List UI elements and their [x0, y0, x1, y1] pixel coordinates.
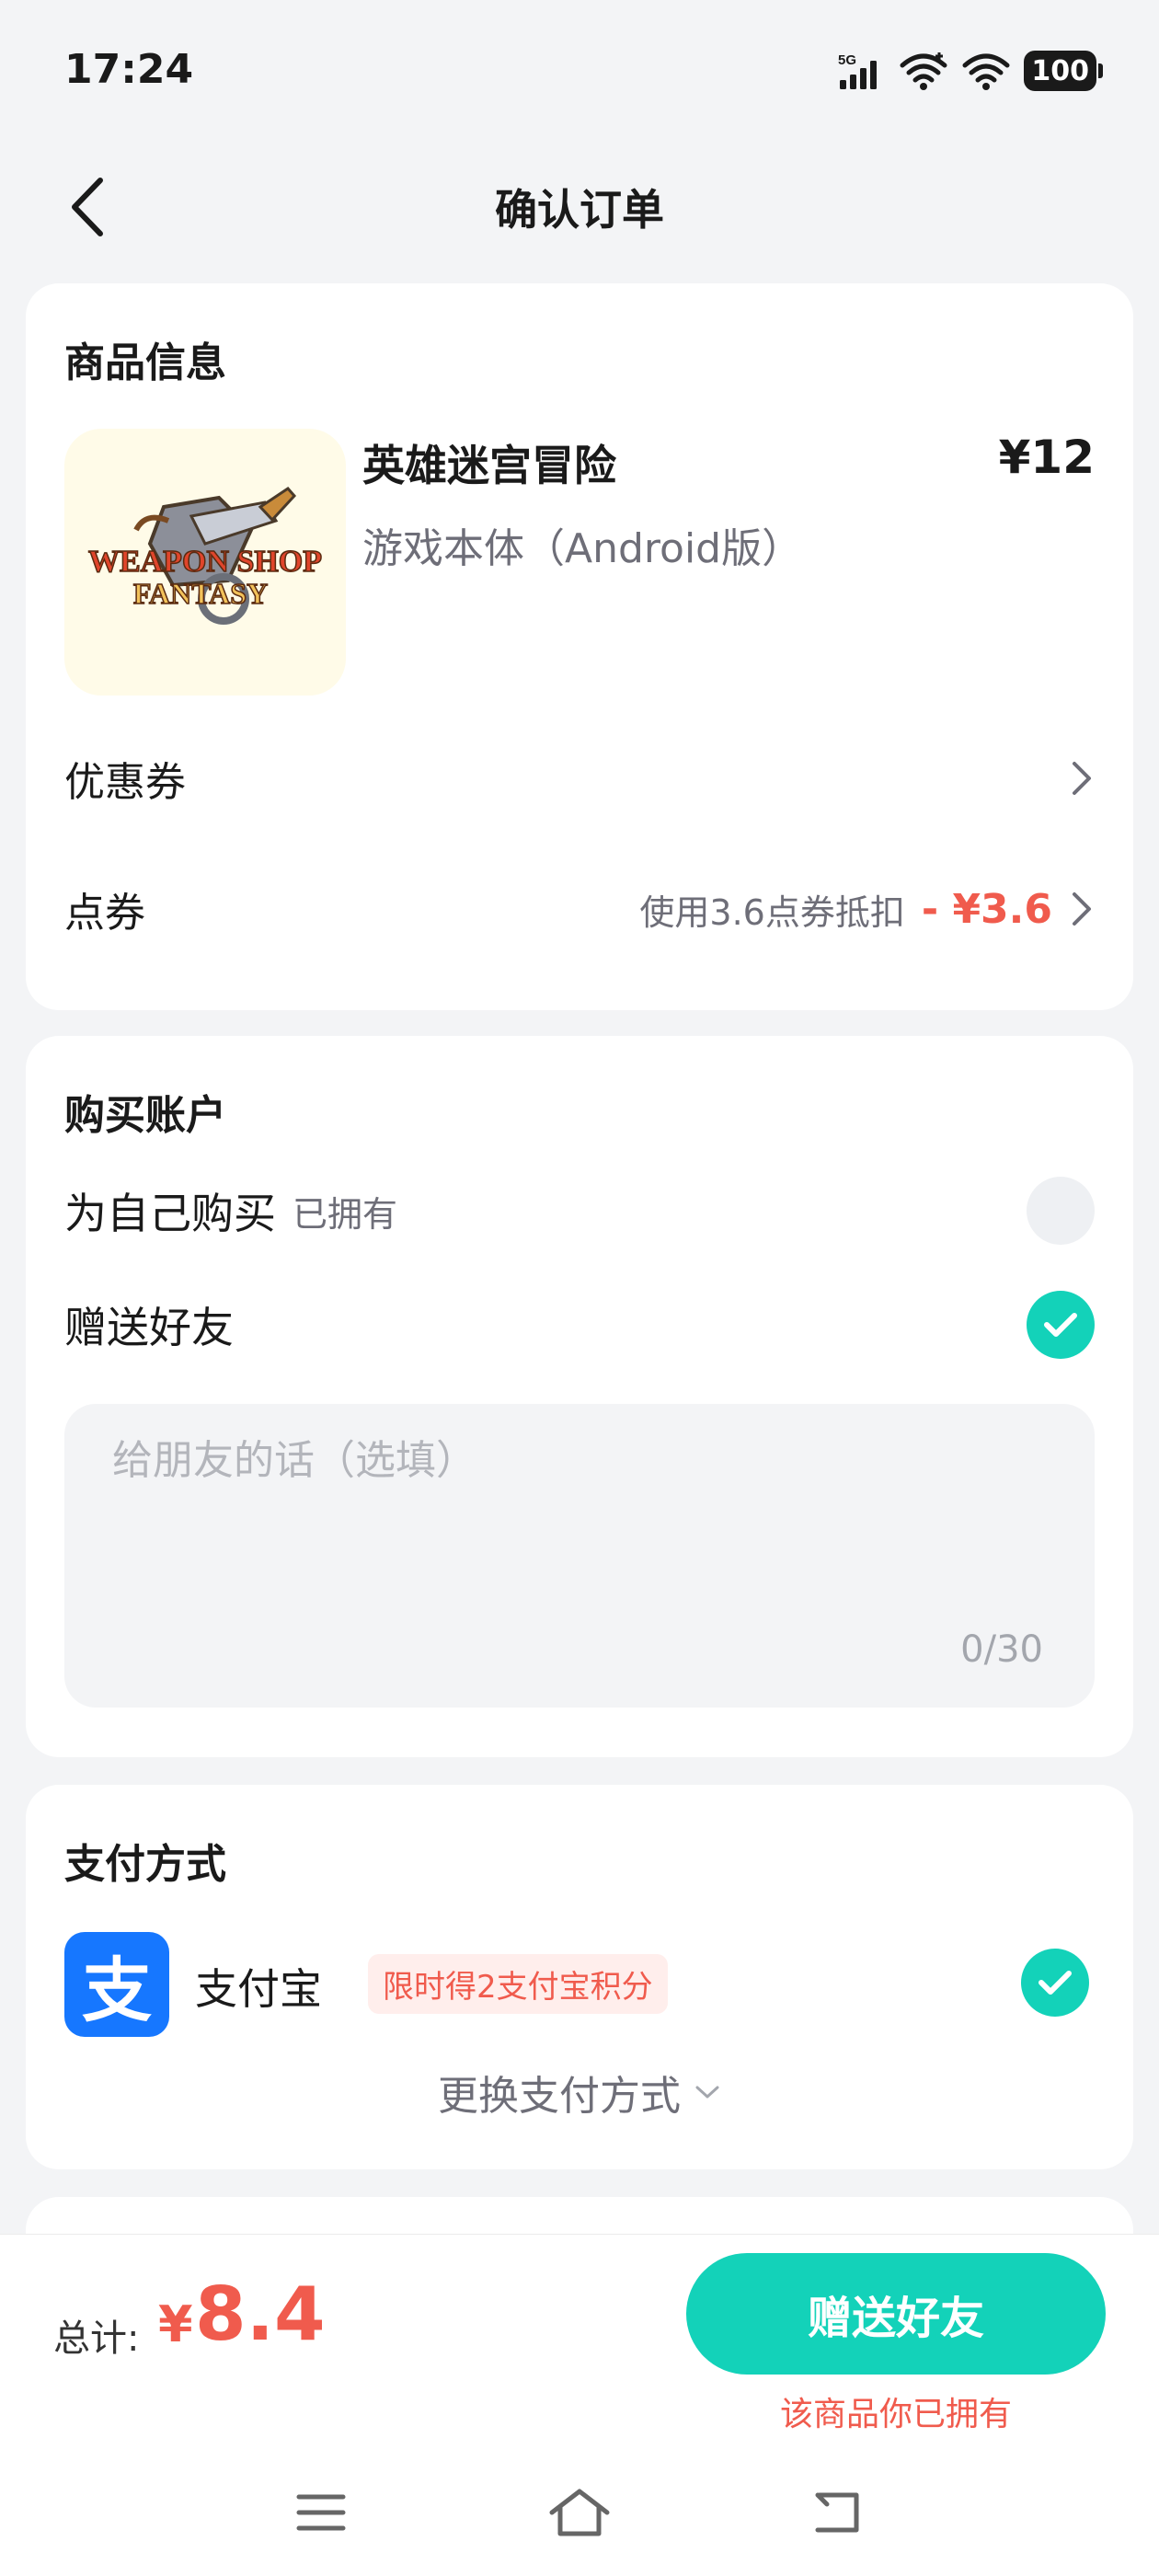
points-hint: 使用3.6点券抵扣: [639, 891, 905, 933]
coupon-label: 优惠券: [64, 759, 186, 806]
wifi-icon: [900, 52, 947, 90]
message-char-count: 0/30: [960, 1628, 1043, 1671]
points-label: 点券: [64, 890, 145, 937]
points-discount: - ¥3.6: [921, 885, 1052, 933]
alipay-radio[interactable]: [1021, 1949, 1089, 2017]
payment-promo-badge: 限时得2支付宝积分: [368, 1954, 668, 2014]
points-row[interactable]: 点券 使用3.6点券抵扣 - ¥3.6: [64, 872, 1095, 946]
menu-icon: [296, 2494, 346, 2531]
product-price: ¥12: [998, 431, 1095, 484]
chevron-down-icon: [695, 2086, 719, 2099]
nav-bar: 确认订单: [0, 156, 1159, 258]
gift-friend-radio[interactable]: [1027, 1291, 1095, 1359]
purchase-account-card: 购买账户 为自己购买 已拥有 赠送好友 0/30: [26, 1036, 1133, 1757]
buy-for-self-radio[interactable]: [1027, 1177, 1095, 1245]
wifi-icon-secondary: [962, 53, 1010, 90]
checkmark-icon: [1044, 1313, 1077, 1337]
product-section-title: 商品信息: [64, 339, 226, 386]
coupon-row[interactable]: 优惠券: [64, 742, 1095, 815]
product-variant: 游戏本体（Android版）: [362, 525, 803, 572]
product-thumbnail: WEAPON SHOP FANTASY: [64, 429, 346, 696]
total-currency: ¥: [158, 2295, 193, 2353]
gift-friend-button[interactable]: 赠送好友: [686, 2253, 1106, 2375]
gift-friend-option[interactable]: 赠送好友: [64, 1288, 1095, 1362]
battery-icon: 100: [1024, 51, 1103, 91]
system-navigation-bar: [0, 2476, 1159, 2549]
bottom-checkout-bar: 总计: ¥ 8.4 赠送好友 该商品你已拥有: [0, 2234, 1159, 2576]
home-icon: [549, 2489, 610, 2536]
owned-tag: 已拥有: [293, 1193, 398, 1235]
checkmark-icon: [1039, 1971, 1072, 1995]
total-amount: 8.4: [195, 2271, 326, 2357]
gift-friend-label: 赠送好友: [64, 1303, 234, 1352]
owned-notice: 该商品你已拥有: [779, 2396, 1012, 2433]
buy-for-self-option[interactable]: 为自己购买 已拥有: [64, 1174, 1095, 1248]
change-payment-button[interactable]: 更换支付方式: [26, 2063, 1133, 2122]
product-info-card: 商品信息 WEAPON SHOP FANTASY 英雄迷宫冒险 ¥12 游戏本体…: [26, 283, 1133, 1010]
thumb-logo-line2: FANTASY: [133, 577, 268, 610]
product-name: 英雄迷宫冒险: [362, 441, 616, 490]
menu-button[interactable]: [289, 2483, 353, 2542]
home-button[interactable]: [547, 2483, 612, 2542]
payment-method-card: 支付方式 支 支付宝 限时得2支付宝积分 更换支付方式: [26, 1785, 1133, 2169]
network-type-label: 5G: [838, 52, 856, 68]
system-back-button[interactable]: [806, 2483, 870, 2542]
status-bar: 17:24 5G 100: [0, 0, 1159, 138]
total-label: 总计:: [53, 2317, 140, 2360]
change-payment-label: 更换支付方式: [438, 2073, 681, 2120]
friend-message-box: 0/30: [64, 1404, 1095, 1708]
status-time: 17:24: [64, 46, 194, 93]
chevron-right-icon: [1073, 892, 1091, 926]
weapon-shop-logo-icon: WEAPON SHOP FANTASY: [87, 487, 323, 625]
cellular-signal-icon: 5G: [838, 52, 878, 89]
chevron-right-icon: [1073, 762, 1091, 795]
alipay-icon: 支: [64, 1932, 169, 2037]
friend-message-input[interactable]: [112, 1437, 1032, 1484]
page-title: 确认订单: [495, 185, 664, 235]
buy-for-self-label: 为自己购买: [64, 1189, 276, 1238]
status-icons: 5G 100: [838, 48, 1103, 94]
account-section-title: 购买账户: [64, 1092, 226, 1139]
thumb-logo-line1: WEAPON SHOP: [88, 545, 322, 579]
return-icon: [815, 2492, 859, 2533]
payment-section-title: 支付方式: [64, 1841, 226, 1888]
payment-method-name[interactable]: 支付宝: [195, 1956, 322, 2017]
